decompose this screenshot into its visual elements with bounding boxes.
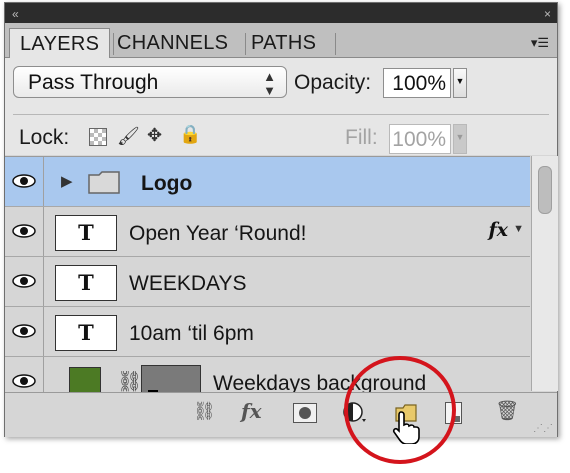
add-layer-style-icon[interactable]: fx bbox=[241, 399, 262, 423]
lock-transparency-icon[interactable] bbox=[89, 128, 107, 146]
layers-panel: « × LAYERS CHANNELS PATHS ▾☰ Pass Throug… bbox=[4, 2, 558, 437]
layer-name: Open Year ‘Round! bbox=[129, 222, 307, 245]
panel-menu-icon[interactable]: ▾☰ bbox=[531, 35, 549, 51]
panel-titlebar: « × bbox=[5, 3, 557, 23]
opacity-dropdown-button[interactable]: ▼ bbox=[453, 68, 467, 98]
visibility-eye-icon[interactable] bbox=[5, 207, 44, 256]
tab-divider bbox=[113, 33, 114, 55]
scrollbar-thumb[interactable] bbox=[538, 166, 552, 214]
blend-mode-select[interactable]: Pass Through ▲ ▼ bbox=[13, 66, 287, 98]
layer-name: 10am ‘til 6pm bbox=[129, 322, 254, 345]
link-layers-icon[interactable]: ⛓ bbox=[193, 401, 216, 422]
tab-bar: LAYERS CHANNELS PATHS ▾☰ bbox=[5, 23, 557, 59]
expand-effects-arrow-icon[interactable]: ▼ bbox=[513, 223, 524, 235]
visibility-eye-icon[interactable] bbox=[5, 307, 44, 356]
resize-grip-icon[interactable]: ⋰⋰ bbox=[533, 423, 553, 434]
visibility-eye-icon[interactable] bbox=[5, 357, 44, 392]
opacity-label: Opacity: bbox=[294, 71, 372, 94]
close-button[interactable]: × bbox=[544, 8, 551, 20]
trash-delete-layer-icon[interactable]: 🗑 bbox=[495, 399, 519, 423]
add-layer-mask-icon[interactable] bbox=[293, 403, 317, 423]
chain-link-icon[interactable]: ⛓ bbox=[117, 369, 142, 392]
tab-channels[interactable]: CHANNELS bbox=[117, 29, 228, 57]
layer-row-hours[interactable]: T 10am ‘til 6pm bbox=[5, 307, 530, 357]
group-folder-icon bbox=[88, 171, 120, 194]
collapse-button[interactable]: « bbox=[12, 8, 19, 20]
lock-label: Lock: bbox=[19, 126, 70, 149]
bottom-toolbar: ⛓ fx 🗑 ⋰⋰ bbox=[5, 392, 557, 437]
opacity-field[interactable]: 100% bbox=[383, 68, 451, 98]
updown-arrows-icon: ▲ ▼ bbox=[263, 69, 276, 98]
fill-field[interactable]: 100% bbox=[389, 124, 451, 154]
layer-row-weekdays[interactable]: T WEEKDAYS bbox=[5, 257, 530, 307]
text-layer-thumbnail: T bbox=[55, 315, 117, 351]
tab-divider bbox=[335, 33, 336, 55]
layers-list: ▶ Logo T Open Year ‘Round! fx ▼ T WEEKDA… bbox=[5, 156, 530, 392]
layer-row-open-year-round[interactable]: T Open Year ‘Round! fx ▼ bbox=[5, 207, 530, 257]
visibility-eye-icon[interactable] bbox=[5, 257, 44, 306]
layer-name: WEEKDAYS bbox=[129, 272, 247, 295]
expand-triangle-icon[interactable]: ▶ bbox=[61, 172, 73, 190]
fill-color-swatch[interactable] bbox=[69, 367, 101, 392]
lock-position-move-icon[interactable]: ✥ bbox=[147, 125, 162, 146]
tab-divider bbox=[245, 33, 246, 55]
tab-layers[interactable]: LAYERS bbox=[9, 28, 111, 59]
visibility-eye-icon[interactable] bbox=[5, 157, 44, 206]
pointing-hand-cursor-icon bbox=[392, 411, 420, 444]
layer-row-weekdays-background[interactable]: ⛓ Weekdays background bbox=[5, 357, 530, 392]
options-divider bbox=[13, 114, 549, 115]
fill-dropdown-button[interactable]: ▼ bbox=[453, 124, 467, 154]
fill-label: Fill: bbox=[345, 126, 378, 149]
layer-options: Pass Through ▲ ▼ Opacity: 100% ▼ Lock: 🖌 … bbox=[5, 58, 557, 155]
tab-paths[interactable]: PATHS bbox=[251, 29, 316, 57]
layer-row-logo[interactable]: ▶ Logo bbox=[5, 157, 530, 207]
layer-effects-icon[interactable]: fx bbox=[488, 219, 508, 241]
layer-name: Logo bbox=[141, 172, 193, 195]
lock-image-brush-icon[interactable]: 🖌 bbox=[117, 126, 140, 147]
lock-all-padlock-icon[interactable]: 🔒 bbox=[179, 124, 201, 145]
vector-mask-thumbnail[interactable] bbox=[141, 365, 201, 392]
text-layer-thumbnail: T bbox=[55, 215, 117, 251]
vertical-scrollbar[interactable] bbox=[531, 156, 558, 391]
blend-mode-value: Pass Through bbox=[28, 71, 159, 94]
text-layer-thumbnail: T bbox=[55, 265, 117, 301]
